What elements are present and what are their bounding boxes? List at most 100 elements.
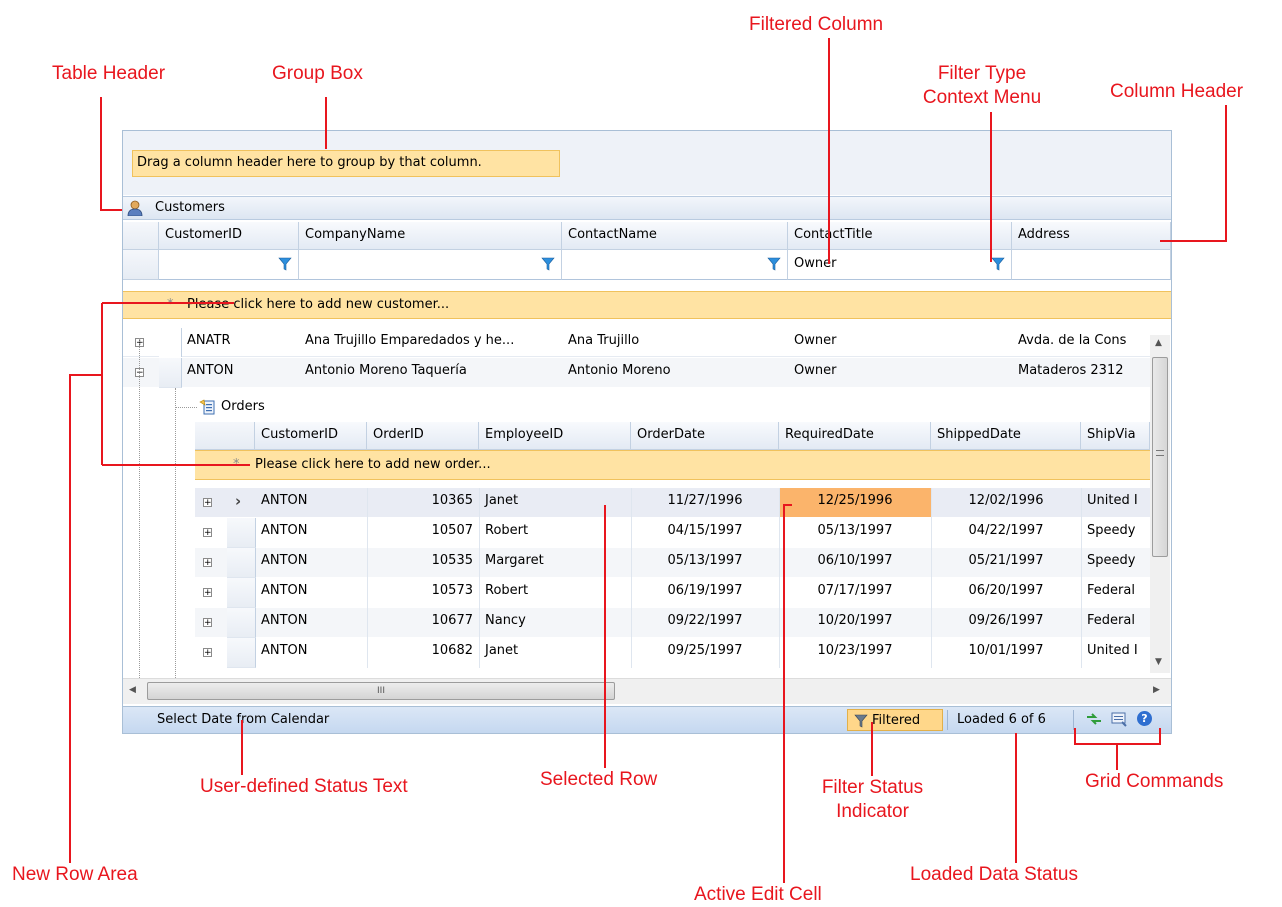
- active-edit-cell[interactable]: 12/25/1996: [779, 488, 931, 517]
- cell-customerid[interactable]: ANTON: [181, 358, 299, 387]
- row-selector[interactable]: [227, 518, 256, 548]
- cell-shippeddate[interactable]: 10/01/1997: [931, 638, 1081, 667]
- filter-status-indicator[interactable]: Filtered: [847, 709, 943, 731]
- cell-orderdate[interactable]: 04/15/1997: [631, 518, 779, 547]
- cell-customerid[interactable]: ANTON: [255, 488, 367, 517]
- filter-cell-companyname[interactable]: [299, 250, 562, 280]
- cell-companyname[interactable]: Antonio Moreno Taquería: [299, 358, 562, 387]
- cell-requireddate[interactable]: 07/17/1997: [779, 578, 931, 607]
- cell-employeeid[interactable]: Janet: [479, 638, 631, 667]
- cell-shippeddate[interactable]: 04/22/1997: [931, 518, 1081, 547]
- cell-customerid[interactable]: ANTON: [255, 608, 367, 637]
- table-row[interactable]: + ANTON 10507 Robert 04/15/1997 05/13/19…: [195, 518, 1150, 548]
- cell-requireddate[interactable]: 10/23/1997: [779, 638, 931, 667]
- horizontal-scroll-thumb[interactable]: III: [147, 682, 615, 700]
- cell-shipvia[interactable]: Federal: [1081, 578, 1150, 607]
- filter-type-menu-icon[interactable]: [991, 257, 1005, 271]
- child-column-header-orderid[interactable]: OrderID: [367, 422, 479, 450]
- table-row[interactable]: + ANATR Ana Trujillo Emparedados y he...…: [123, 328, 1150, 357]
- expand-icon[interactable]: +: [203, 528, 212, 538]
- column-header-companyname[interactable]: CompanyName: [299, 222, 562, 250]
- cell-orderdate[interactable]: 09/25/1997: [631, 638, 779, 667]
- cell-orderid[interactable]: 10573: [367, 578, 479, 607]
- scroll-right-icon[interactable]: ▶: [1153, 685, 1160, 695]
- cell-orderid[interactable]: 10365: [367, 488, 479, 517]
- cell-shipvia[interactable]: Federal: [1081, 608, 1150, 637]
- cell-contactname[interactable]: Ana Trujillo: [562, 328, 788, 357]
- group-box[interactable]: Drag a column header here to group by th…: [123, 131, 1171, 195]
- new-row-customer[interactable]: * Please click here to add new customer.…: [123, 291, 1171, 319]
- cell-shippeddate[interactable]: 12/02/1996: [931, 488, 1081, 517]
- table-row[interactable]: − ANTON Antonio Moreno Taquería Antonio …: [123, 358, 1150, 388]
- cell-customerid[interactable]: ANTON: [255, 518, 367, 547]
- cell-contacttitle[interactable]: Owner: [788, 328, 1012, 357]
- filter-icon[interactable]: [767, 257, 781, 271]
- cell-employeeid[interactable]: Robert: [479, 518, 631, 547]
- cell-orderdate[interactable]: 06/19/1997: [631, 578, 779, 607]
- child-column-header-requireddate[interactable]: RequiredDate: [779, 422, 931, 450]
- filter-icon[interactable]: [278, 257, 292, 271]
- table-row[interactable]: + ANTON 10535 Margaret 05/13/1997 06/10/…: [195, 548, 1150, 578]
- cell-requireddate[interactable]: 05/13/1997: [779, 518, 931, 547]
- cell-contactname[interactable]: Antonio Moreno: [562, 358, 788, 387]
- cell-shipvia[interactable]: Speedy: [1081, 548, 1150, 577]
- filter-icon[interactable]: [541, 257, 555, 271]
- child-column-header-shippeddate[interactable]: ShippedDate: [931, 422, 1081, 450]
- cell-employeeid[interactable]: Margaret: [479, 548, 631, 577]
- cell-address[interactable]: Mataderos 2312: [1012, 358, 1150, 387]
- data-grid[interactable]: Drag a column header here to group by th…: [122, 130, 1172, 734]
- expand-icon[interactable]: +: [203, 588, 212, 598]
- help-icon[interactable]: ?: [1137, 711, 1152, 726]
- child-column-header-employeeid[interactable]: EmployeeID: [479, 422, 631, 450]
- cell-contacttitle[interactable]: Owner: [788, 358, 1012, 387]
- cell-customerid[interactable]: ANTON: [255, 578, 367, 607]
- table-row[interactable]: + ANTON 10682 Janet 09/25/1997 10/23/199…: [195, 638, 1150, 668]
- table-row[interactable]: + ANTON 10677 Nancy 09/22/1997 10/20/199…: [195, 608, 1150, 638]
- cell-customerid[interactable]: ANTON: [255, 548, 367, 577]
- cell-shippeddate[interactable]: 05/21/1997: [931, 548, 1081, 577]
- row-selector[interactable]: [227, 578, 256, 608]
- cell-shippeddate[interactable]: 09/26/1997: [931, 608, 1081, 637]
- row-selector[interactable]: [159, 358, 182, 388]
- cell-shipvia[interactable]: Speedy: [1081, 518, 1150, 547]
- cell-employeeid[interactable]: Nancy: [479, 608, 631, 637]
- selected-row[interactable]: + › ANTON 10365 Janet 11/27/1996 12/25/1…: [195, 488, 1150, 517]
- row-selector[interactable]: [227, 608, 256, 638]
- filter-cell-contacttitle[interactable]: Owner: [788, 250, 1012, 280]
- cell-requireddate[interactable]: 06/10/1997: [779, 548, 931, 577]
- filter-value[interactable]: Owner: [794, 256, 836, 271]
- scroll-up-icon[interactable]: ▲: [1155, 338, 1162, 348]
- child-column-header-customerid[interactable]: CustomerID: [255, 422, 367, 450]
- cell-orderdate[interactable]: 11/27/1996: [631, 488, 779, 517]
- horizontal-scrollbar[interactable]: ◀ III ▶: [123, 678, 1171, 704]
- expand-icon[interactable]: +: [203, 498, 212, 508]
- export-icon[interactable]: [1111, 711, 1128, 731]
- row-selector[interactable]: [159, 328, 182, 357]
- filter-cell-contactname[interactable]: [562, 250, 788, 280]
- child-column-header-orderdate[interactable]: OrderDate: [631, 422, 779, 450]
- cell-orderid[interactable]: 10507: [367, 518, 479, 547]
- expand-icon[interactable]: +: [203, 648, 212, 658]
- child-table-header[interactable]: Orders: [195, 394, 1150, 422]
- new-row-order[interactable]: * Please click here to add new order...: [195, 450, 1150, 480]
- column-header-customerid[interactable]: CustomerID: [159, 222, 299, 250]
- vertical-scrollbar[interactable]: ▲ ▼: [1150, 335, 1170, 673]
- row-selector[interactable]: [227, 548, 256, 578]
- filter-cell-address[interactable]: [1012, 250, 1171, 280]
- cell-companyname[interactable]: Ana Trujillo Emparedados y he...: [299, 328, 562, 357]
- cell-customerid[interactable]: ANATR: [181, 328, 299, 357]
- cell-orderdate[interactable]: 09/22/1997: [631, 608, 779, 637]
- cell-shipvia[interactable]: United I: [1081, 488, 1150, 517]
- cell-shipvia[interactable]: United I: [1081, 638, 1150, 667]
- refresh-icon[interactable]: [1085, 711, 1103, 731]
- child-column-header-shipvia[interactable]: ShipVia: [1081, 422, 1150, 450]
- column-header-contacttitle[interactable]: ContactTitle: [788, 222, 1012, 250]
- cell-customerid[interactable]: ANTON: [255, 638, 367, 667]
- cell-orderid[interactable]: 10535: [367, 548, 479, 577]
- column-header-contactname[interactable]: ContactName: [562, 222, 788, 250]
- cell-orderid[interactable]: 10682: [367, 638, 479, 667]
- filter-cell-customerid[interactable]: [159, 250, 299, 280]
- vertical-scroll-thumb[interactable]: [1152, 357, 1168, 557]
- cell-employeeid[interactable]: Janet: [479, 488, 631, 517]
- expand-icon[interactable]: +: [203, 618, 212, 628]
